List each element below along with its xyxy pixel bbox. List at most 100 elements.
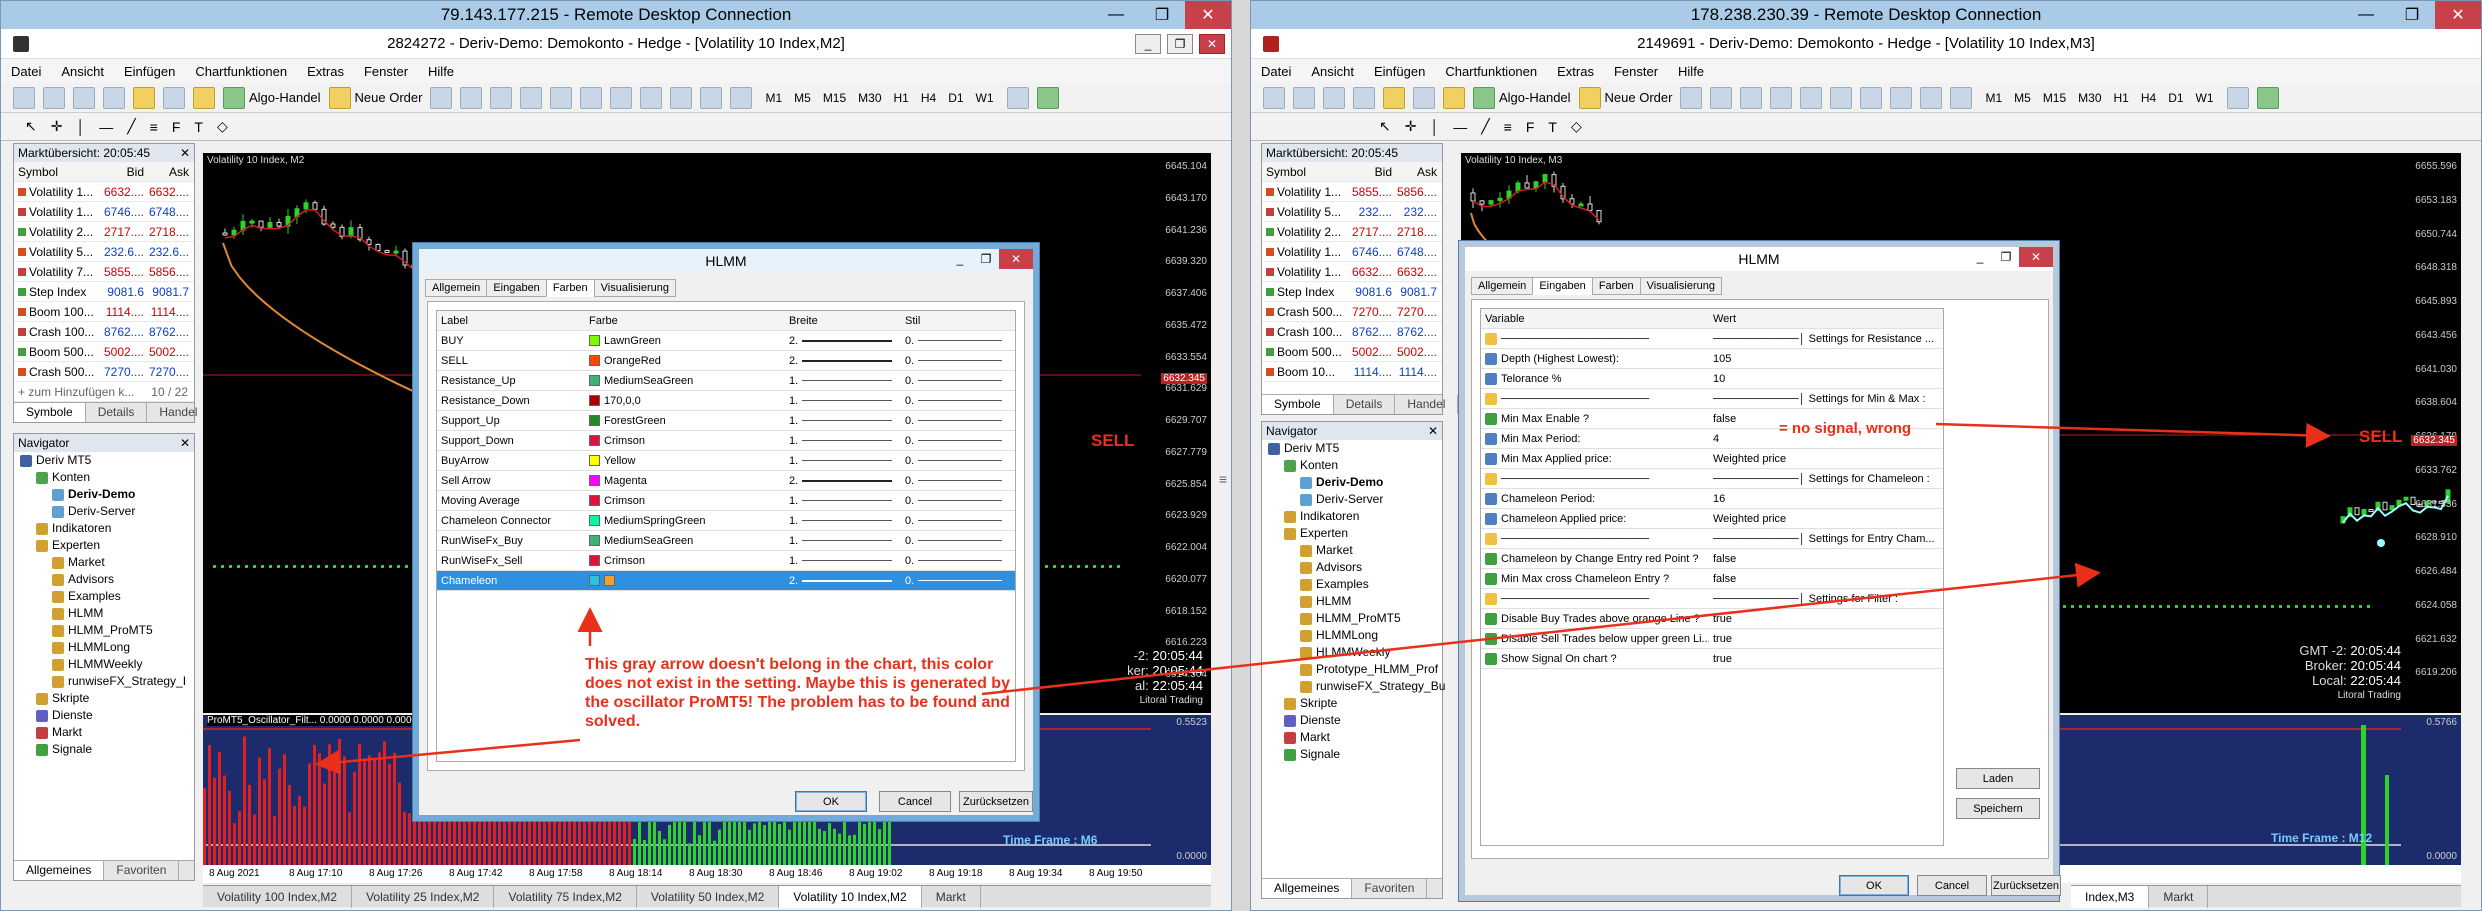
col-ask[interactable]: Ask: [147, 165, 192, 179]
dialog-tab-farben[interactable]: Farben: [1591, 277, 1641, 295]
profiles-icon[interactable]: [1293, 86, 1315, 109]
color-cell[interactable]: Yellow: [585, 455, 785, 467]
value-cell[interactable]: 10: [1709, 373, 1939, 385]
close-icon[interactable]: ✕: [180, 436, 190, 450]
market-watch-row[interactable]: Step Index 9081.6 9081.7: [14, 282, 194, 302]
data-window-icon[interactable]: [103, 86, 125, 109]
value-cell[interactable]: true: [1709, 613, 1939, 625]
minimize-icon[interactable]: —: [2343, 1, 2389, 29]
navigator-item[interactable]: HLMMWeekly: [1262, 644, 1442, 661]
account-icon[interactable]: [2226, 86, 2249, 109]
chart-tab[interactable]: Volatility 75 Index,M2: [494, 885, 637, 908]
autoscroll-icon[interactable]: [1860, 86, 1883, 109]
market-watch-row[interactable]: Volatility 5... 232.6... 232.6...: [14, 242, 194, 262]
timeframe-m30[interactable]: M30: [853, 91, 886, 105]
input-row[interactable]: ─────────────────── ───────────│ Settings…: [1481, 529, 1943, 549]
navigator-item[interactable]: Konten: [1262, 457, 1442, 474]
tab-favoriten[interactable]: Favoriten: [104, 861, 180, 880]
zoom-out-icon[interactable]: [580, 86, 603, 109]
col-symbol[interactable]: Symbol: [1262, 165, 1350, 179]
splitter-icon[interactable]: ≡: [1219, 471, 1227, 487]
crosshair-icon[interactable]: ✛: [51, 118, 63, 135]
timeframe-w1[interactable]: W1: [971, 91, 999, 105]
width-cell[interactable]: 1.: [785, 375, 901, 387]
style-cell[interactable]: 0.: [901, 495, 1011, 507]
market-watch-row[interactable]: Boom 500... 5002.... 5002....: [14, 342, 194, 362]
vertical-line-icon[interactable]: │: [76, 119, 85, 135]
templates-icon[interactable]: [730, 86, 753, 109]
navigator-item[interactable]: Experten: [14, 537, 194, 554]
navigator-icon[interactable]: [133, 86, 155, 109]
menu-item-5[interactable]: Fenster: [364, 64, 408, 79]
timeframe-m15[interactable]: M15: [2038, 91, 2071, 105]
zoom-in-icon[interactable]: [550, 86, 573, 109]
navigator-item[interactable]: Advisors: [14, 571, 194, 588]
value-cell[interactable]: false: [1709, 573, 1939, 585]
cursor-icon[interactable]: ↖: [1379, 118, 1391, 135]
fibonacci-icon[interactable]: F: [172, 119, 181, 135]
input-row[interactable]: Disable Buy Trades above orange Line ? tr…: [1481, 609, 1943, 629]
minimize-icon[interactable]: _: [1967, 247, 1993, 267]
width-cell[interactable]: 2.: [785, 475, 901, 487]
navigator-item[interactable]: runwiseFX_Strategy_Bu: [1262, 678, 1445, 695]
timeframe-m5[interactable]: M5: [2009, 91, 2036, 105]
navigator-item[interactable]: Deriv-Server: [1262, 491, 1442, 508]
algo-trading-button[interactable]: Algo-Handel: [223, 86, 321, 109]
color-row[interactable]: Resistance_Up MediumSeaGreen 1. 0.: [437, 371, 1015, 391]
width-cell[interactable]: 2.: [785, 575, 901, 587]
ok-button[interactable]: OK: [1839, 875, 1909, 896]
width-cell[interactable]: 1.: [785, 555, 901, 567]
navigator-item[interactable]: HLMMLong: [1262, 627, 1442, 644]
tab-symbole[interactable]: Symbole: [14, 403, 86, 422]
color-row[interactable]: Moving Average Crimson 1. 0.: [437, 491, 1015, 511]
save-button[interactable]: Speichern: [1956, 798, 2040, 819]
navigator-item[interactable]: runwiseFX_Strategy_I: [14, 673, 194, 690]
terminal-icon[interactable]: [163, 86, 185, 109]
trendline-icon[interactable]: ╱: [1481, 118, 1489, 135]
algo-trading-button[interactable]: Algo-Handel: [1473, 86, 1571, 109]
dialog-tab-allgemein[interactable]: Allgemein: [1471, 277, 1534, 295]
minimize-icon[interactable]: _: [1135, 34, 1161, 54]
dialog-tab-visualisierung[interactable]: Visualisierung: [1639, 277, 1722, 295]
navigator-item[interactable]: Deriv MT5: [14, 452, 194, 469]
vertical-line-icon[interactable]: │: [1430, 119, 1439, 135]
grid-icon[interactable]: [610, 86, 633, 109]
market-watch-icon[interactable]: [73, 86, 95, 109]
candle-chart-icon[interactable]: [1710, 86, 1733, 109]
color-row[interactable]: BuyArrow Yellow 1. 0.: [437, 451, 1015, 471]
tab-details[interactable]: Details: [86, 403, 148, 422]
market-watch-row[interactable]: Boom 500... 5002.... 5002....: [1262, 342, 1442, 362]
navigator-item[interactable]: Indikatoren: [1262, 508, 1442, 525]
color-row[interactable]: RunWiseFx_Sell Crimson 1. 0.: [437, 551, 1015, 571]
add-symbol-row[interactable]: + zum Hinzufügen k... 10 / 22: [14, 382, 194, 402]
account-icon[interactable]: [1006, 86, 1029, 109]
chart-tab[interactable]: Volatility 100 Index,M2: [203, 885, 353, 908]
minimize-icon[interactable]: _: [947, 249, 973, 269]
color-cell[interactable]: Crimson: [585, 555, 785, 567]
color-row[interactable]: SELL OrangeRed 2. 0.: [437, 351, 1015, 371]
width-cell[interactable]: 2.: [785, 335, 901, 347]
dialog-tab-allgemein[interactable]: Allgemein: [425, 279, 488, 297]
market-watch-row[interactable]: Volatility 1... 6632.... 6632....: [1262, 262, 1442, 282]
cancel-button[interactable]: Cancel: [879, 791, 951, 812]
tab-allgemeines[interactable]: Allgemeines: [1262, 879, 1353, 898]
style-cell[interactable]: 0.: [901, 375, 1011, 387]
chart-shift-icon[interactable]: [670, 86, 693, 109]
timeframe-w1[interactable]: W1: [2191, 91, 2219, 105]
timeframe-m5[interactable]: M5: [789, 91, 816, 105]
color-row[interactable]: Chameleon Connector MediumSpringGreen 1. 0.: [437, 511, 1015, 531]
market-watch-row[interactable]: Volatility 2... 2717.... 2718....: [14, 222, 194, 242]
style-cell[interactable]: 0.: [901, 535, 1011, 547]
navigator-item[interactable]: HLMMLong: [14, 639, 194, 656]
ok-button[interactable]: OK: [795, 791, 867, 812]
cancel-button[interactable]: Cancel: [1917, 875, 1987, 896]
market-watch-row[interactable]: Crash 100... 8762.... 8762....: [1262, 322, 1442, 342]
input-row[interactable]: Chameleon Period: 16: [1481, 489, 1943, 509]
dialog-tab-eingaben[interactable]: Eingaben: [1532, 277, 1593, 295]
style-cell[interactable]: 0.: [901, 335, 1011, 347]
navigator-item[interactable]: Examples: [14, 588, 194, 605]
col-symbol[interactable]: Symbol: [14, 165, 102, 179]
color-cell[interactable]: OrangeRed: [585, 355, 785, 367]
style-cell[interactable]: 0.: [901, 435, 1011, 447]
color-cell[interactable]: Crimson: [585, 435, 785, 447]
